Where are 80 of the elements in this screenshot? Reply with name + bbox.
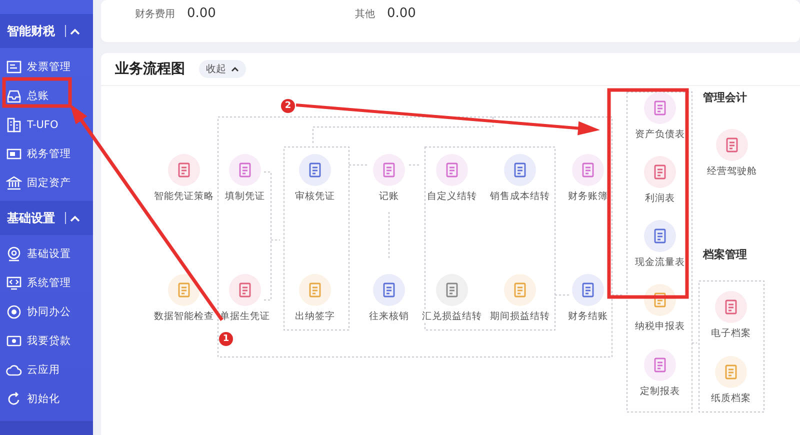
sidebar-item[interactable]: 系统管理	[0, 268, 93, 297]
icon-circle[interactable]	[644, 220, 676, 252]
node-label[interactable]: 往来核销	[369, 310, 409, 323]
target-icon	[6, 304, 22, 320]
node-label[interactable]: 财务账簿	[568, 190, 608, 203]
icon-circle[interactable]	[436, 154, 468, 186]
field-label: 财务费用	[135, 8, 175, 21]
code-window-icon	[6, 274, 22, 290]
node-label[interactable]: 电子档案	[711, 327, 751, 340]
icon-circle[interactable]	[572, 154, 604, 186]
node-label[interactable]: 记账	[379, 190, 399, 203]
node-label[interactable]: 期间损益结转	[490, 310, 550, 323]
icon-circle[interactable]	[504, 154, 536, 186]
sidebar-item[interactable]: 协同办公	[0, 297, 93, 326]
highlight-frame	[2, 77, 72, 108]
node-label[interactable]: 审核凭证	[295, 190, 335, 203]
section-heading: 档案管理	[703, 247, 747, 262]
icon-circle[interactable]	[644, 349, 676, 381]
sidebar-item[interactable]: 固定资产	[0, 168, 93, 197]
section-heading: 管理会计	[703, 90, 747, 105]
building-icon	[6, 116, 22, 132]
sidebar-item[interactable]: 税务管理	[0, 139, 93, 168]
icon-circle[interactable]	[644, 92, 676, 124]
connector-line	[692, 342, 698, 344]
node-label[interactable]: 智能凭证策略	[154, 190, 214, 203]
card-title: 业务流程图	[115, 60, 185, 78]
node-label[interactable]: 单据生凭证	[220, 310, 270, 323]
node-label[interactable]: 经营驾驶舱	[707, 165, 757, 178]
icon-circle[interactable]	[572, 274, 604, 306]
bank-icon	[6, 174, 22, 190]
node-label[interactable]: 资产负债表	[635, 128, 685, 141]
connector-line	[612, 294, 622, 296]
section-header[interactable]: 基础设置	[0, 201, 93, 235]
sidebar-item[interactable]: 基础设置	[0, 239, 93, 268]
icon-circle[interactable]	[716, 129, 748, 161]
icon-circle[interactable]	[373, 154, 405, 186]
refresh-icon	[6, 390, 22, 406]
icon-circle[interactable]	[715, 291, 747, 323]
icon-circle[interactable]	[644, 156, 676, 188]
node-label[interactable]: 纸质档案	[711, 392, 751, 405]
connector-line	[348, 164, 368, 166]
icon-circle[interactable]	[436, 274, 468, 306]
field-label: 其他	[355, 8, 375, 21]
sidebar-item[interactable]: T-UFO	[0, 110, 93, 139]
node-label[interactable]: 填制凭证	[225, 190, 265, 203]
sidebar-item[interactable]: 初始化	[0, 384, 93, 413]
node-label[interactable]: 汇兑损益结转	[422, 310, 482, 323]
connector-line	[408, 164, 420, 166]
connector-line	[388, 212, 390, 260]
tray-icon	[6, 88, 22, 104]
node-label[interactable]: 现金流量表	[635, 256, 685, 269]
icon-circle[interactable]	[715, 356, 747, 388]
node-label[interactable]: 数据智能检查	[154, 310, 214, 323]
icon-circle[interactable]	[299, 274, 331, 306]
node-label[interactable]: 财务结账	[568, 310, 608, 323]
icon-circle[interactable]	[168, 154, 200, 186]
sidebar-item[interactable]: 总账	[0, 81, 93, 110]
field-value: 0.00	[387, 6, 416, 21]
icon-circle[interactable]	[373, 274, 405, 306]
icon-circle[interactable]	[299, 154, 331, 186]
sidebar-item[interactable]: 我要贷款	[0, 326, 93, 355]
node-label[interactable]: 利润表	[645, 192, 675, 205]
sidebar-item[interactable]: 云应用	[0, 355, 93, 384]
node-label[interactable]: 出纳签字	[295, 310, 335, 323]
collapse-button[interactable]: 收起	[199, 60, 246, 78]
section-header[interactable]: 智能财税	[0, 14, 93, 48]
document-icon	[6, 58, 22, 74]
icon-circle[interactable]	[168, 274, 200, 306]
icon-circle[interactable]	[504, 274, 536, 306]
icon-circle[interactable]	[229, 274, 261, 306]
node-label[interactable]: 销售成本结转	[490, 190, 550, 203]
icon-circle[interactable]	[229, 154, 261, 186]
icon-circle[interactable]	[644, 284, 676, 316]
connector-line	[554, 294, 570, 296]
node-label[interactable]: 纳税申报表	[635, 320, 685, 333]
field-value: 0.00	[187, 6, 216, 21]
node-label[interactable]: 自定义结转	[427, 190, 477, 203]
node-label[interactable]: 定制报表	[640, 385, 680, 398]
sidebar-item[interactable]: 发票管理	[0, 52, 93, 81]
gear-icon	[6, 246, 22, 262]
